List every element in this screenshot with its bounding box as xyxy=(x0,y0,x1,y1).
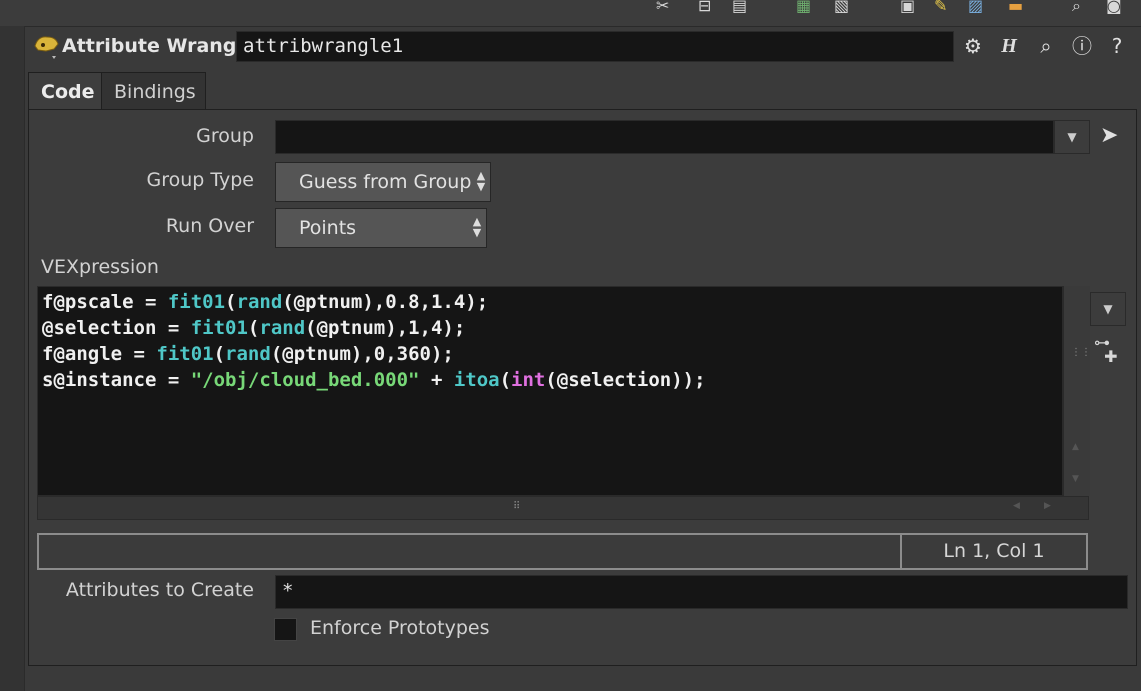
create-spare-params-icon[interactable]: ⊶ ✚ xyxy=(1094,335,1124,365)
houdini-help-icon[interactable]: H xyxy=(996,33,1022,59)
left-rail xyxy=(0,26,25,691)
layout-icon[interactable]: ▧ xyxy=(834,0,856,14)
search-icon[interactable]: ⌕ xyxy=(1072,0,1096,14)
group-label: Group xyxy=(196,125,254,147)
scroll-left-icon[interactable]: ◀ xyxy=(1013,501,1020,511)
node-type-label: Attribute Wrangle xyxy=(62,35,256,57)
add-image-icon[interactable]: ▨ xyxy=(968,0,996,14)
group-field[interactable] xyxy=(275,120,1054,154)
group-type-value: Guess from Group xyxy=(299,171,472,193)
scroll-right-icon[interactable]: ▶ xyxy=(1044,501,1051,511)
grip-icon[interactable]: ⋮⋮ xyxy=(1071,348,1091,364)
attributes-to-create-label: Attributes to Create xyxy=(65,579,254,601)
code-line: f@angle = fit01(rand(@ptnum),0,360); xyxy=(42,343,454,365)
save-icon[interactable]: ▣ xyxy=(900,0,922,14)
info-icon[interactable]: ⓘ xyxy=(1069,33,1095,59)
gear-icon[interactable]: ⚙ xyxy=(960,33,986,59)
cursor-position: Ln 1, Col 1 xyxy=(900,535,1086,568)
folder-icon[interactable]: ▬ xyxy=(1008,0,1030,14)
top-toolbar: ✂ ⊟ ▤ ▦ ▧ ▣ ✎ ▨ ▬ ⌕ ◙ xyxy=(0,0,1141,27)
tab-bindings[interactable]: Bindings xyxy=(101,72,206,110)
edit-icon[interactable]: ✎ xyxy=(934,0,956,14)
enforce-prototypes-label: Enforce Prototypes xyxy=(310,617,490,639)
search-icon[interactable]: ⌕ xyxy=(1033,33,1059,59)
wrangle-node-icon xyxy=(34,36,59,59)
editor-horizontal-scrollbar[interactable]: ⠿ ◀ ▶ xyxy=(37,496,1089,520)
scroll-up-icon[interactable]: ▲ xyxy=(1072,442,1079,452)
editor-vertical-scrollbar[interactable]: ⋮⋮ ▲ ▼ xyxy=(1063,286,1091,496)
group-dropdown-button[interactable]: ▼ xyxy=(1054,120,1090,154)
tree-icon[interactable]: ⊟ xyxy=(698,0,718,14)
vexpression-label: VEXpression xyxy=(41,256,159,278)
updown-arrow-icon: ▲ ▼ xyxy=(472,215,482,239)
node-name-field[interactable]: attribwrangle1 xyxy=(236,31,954,62)
group-type-label: Group Type xyxy=(146,169,254,191)
run-over-dropdown[interactable]: Points ▲ ▼ xyxy=(275,208,487,248)
scroll-down-icon[interactable]: ▼ xyxy=(1072,474,1079,484)
grip-icon[interactable]: ⠿ xyxy=(513,502,520,512)
list-icon[interactable]: ▤ xyxy=(732,0,754,14)
code-line: f@pscale = fit01(rand(@ptnum),0.8,1.4); xyxy=(42,291,489,313)
run-over-value: Points xyxy=(299,217,357,239)
code-line: s@instance = "/obj/cloud_bed.000" + itoa… xyxy=(42,369,706,391)
camera-icon[interactable]: ◙ xyxy=(1106,0,1130,14)
vex-code-editor[interactable]: f@pscale = fit01(rand(@ptnum),0.8,1.4); … xyxy=(37,286,1063,496)
group-type-dropdown[interactable]: Guess from Group ▲ ▼ xyxy=(275,162,491,202)
enforce-prototypes-checkbox[interactable] xyxy=(274,618,297,641)
snippet-menu-button[interactable]: ▼ xyxy=(1090,292,1126,326)
select-arrow-icon[interactable]: ➤ xyxy=(1100,122,1124,150)
run-over-label: Run Over xyxy=(165,215,254,237)
updown-arrow-icon: ▲ ▼ xyxy=(476,169,486,193)
code-line: @selection = fit01(rand(@ptnum),1,4); xyxy=(42,317,466,339)
help-icon[interactable]: ? xyxy=(1104,33,1130,59)
tab-code[interactable]: Code xyxy=(28,72,102,110)
tools-icon[interactable]: ✂ xyxy=(656,0,682,14)
editor-status-bar: Ln 1, Col 1 xyxy=(37,533,1088,570)
attributes-to-create-field[interactable]: * xyxy=(275,575,1128,609)
grid-icon[interactable]: ▦ xyxy=(796,0,818,14)
